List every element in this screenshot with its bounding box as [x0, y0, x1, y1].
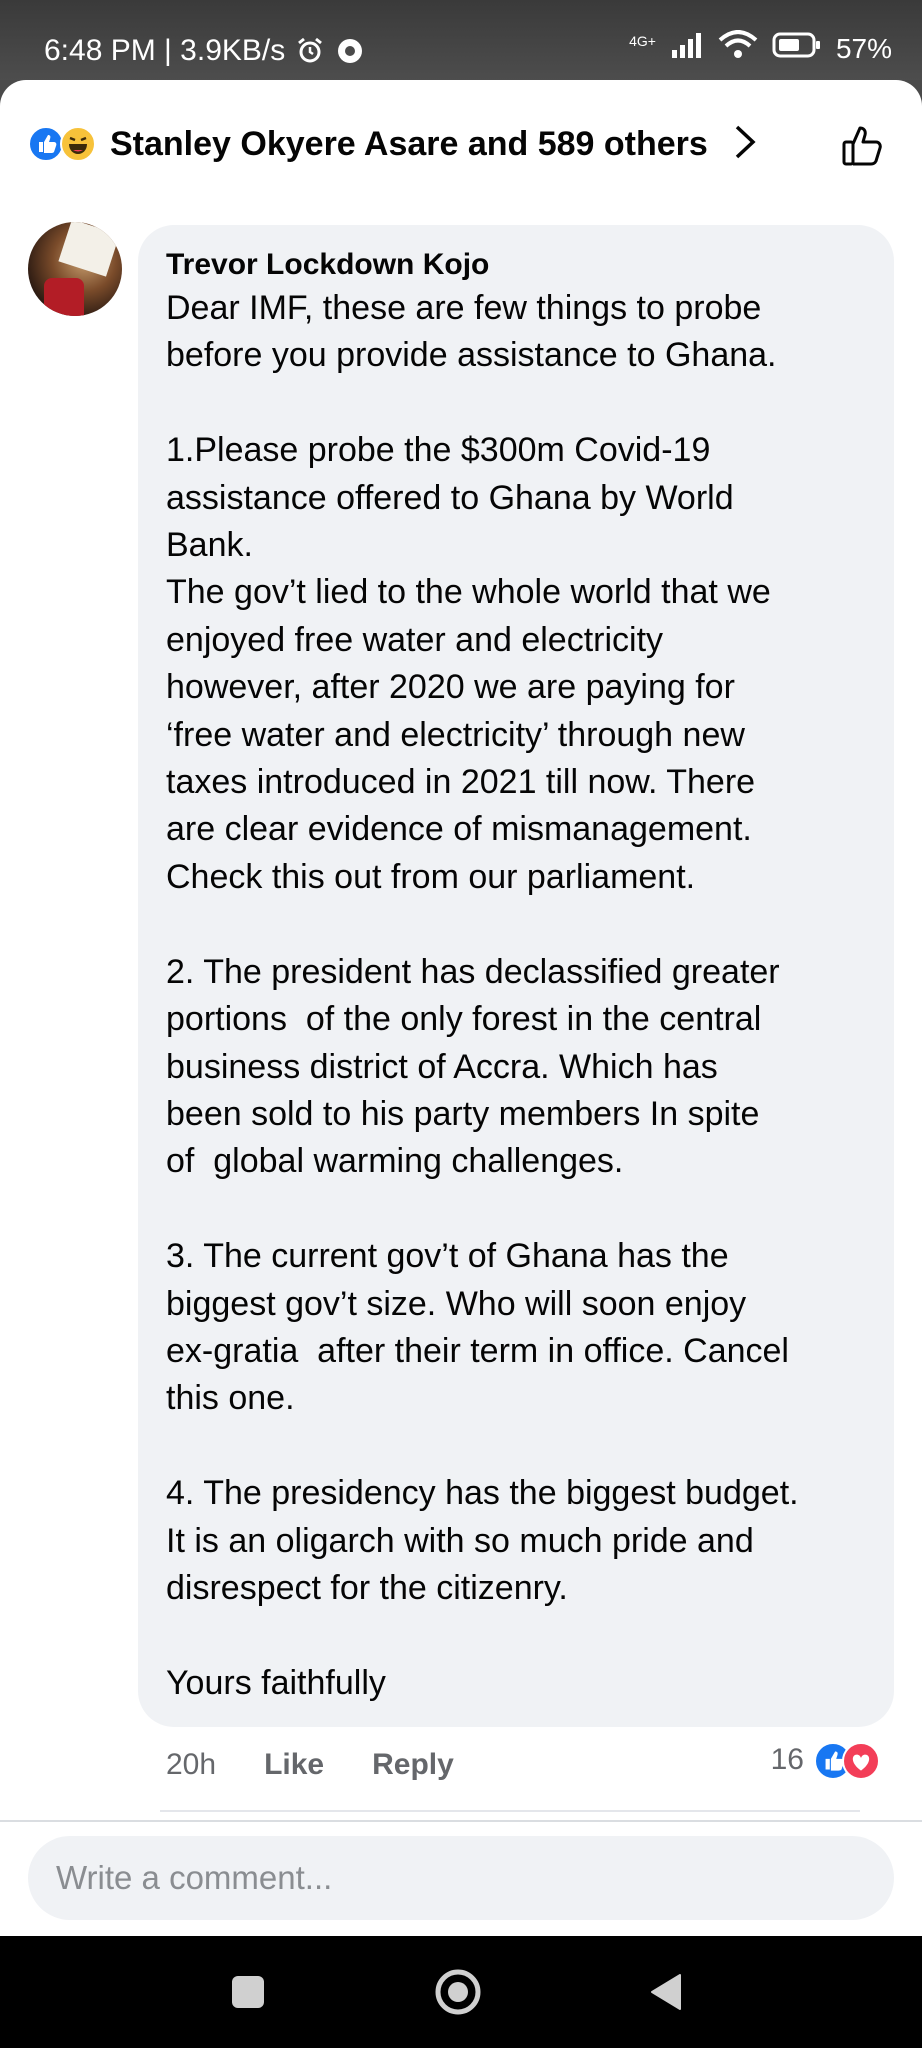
reactions-header[interactable]: Stanley Okyere Asare and 589 others — [28, 116, 892, 172]
comment-actions: 20h Like Reply — [166, 1748, 454, 1782]
comment-reactions[interactable]: 16 — [771, 1740, 882, 1780]
home-icon[interactable] — [432, 1966, 484, 2018]
back-icon[interactable] — [640, 1966, 692, 2018]
battery-icon — [772, 31, 822, 66]
reaction-count: 16 — [770, 1743, 804, 1776]
battery-percent: 57% — [835, 32, 892, 64]
like-reaction-icon — [28, 126, 64, 162]
avatar-sign-image — [58, 222, 120, 277]
comment-composer[interactable] — [28, 1836, 894, 1920]
status-right: 4G+ 57% — [629, 30, 892, 67]
comment-reaction-icons — [814, 1740, 882, 1780]
thumbs-up-outline-icon[interactable] — [840, 122, 888, 175]
chevron-right-icon[interactable] — [734, 124, 756, 165]
comment-time[interactable]: 20h — [166, 1748, 216, 1782]
haha-reaction-icon — [60, 126, 96, 162]
comment-bubble: Trevor Lockdown Kojo Dear IMF, these are… — [138, 225, 894, 1727]
comments-sheet: Stanley Okyere Asare and 589 others Trev… — [0, 80, 922, 1936]
recents-icon[interactable] — [222, 1966, 274, 2018]
system-nav-bar — [0, 1936, 922, 2048]
reply-button[interactable]: Reply — [372, 1748, 454, 1782]
status-time-speed: 6:48 PM | 3.9KB/s — [44, 34, 286, 67]
next-comment-peek — [160, 1810, 860, 1820]
avatar-shirt-image — [44, 278, 84, 316]
avatar[interactable] — [28, 222, 122, 316]
wifi-icon — [718, 30, 758, 67]
composer-divider — [0, 1820, 922, 1822]
signal-icon — [670, 32, 704, 65]
alarm-icon — [295, 36, 325, 66]
whatsapp-icon — [335, 36, 365, 66]
status-bar: 6:48 PM | 3.9KB/s 4G+ 57% — [0, 0, 922, 80]
status-left: 6:48 PM | 3.9KB/s — [44, 34, 365, 68]
reactions-summary: Stanley Okyere Asare and 589 others — [110, 124, 708, 163]
comment-author[interactable]: Trevor Lockdown Kojo — [166, 245, 868, 285]
love-reaction-icon — [842, 1742, 880, 1780]
reaction-icons — [28, 124, 100, 164]
network-type: 4G+ — [629, 32, 656, 49]
comment-input[interactable] — [56, 1859, 894, 1897]
comment-text: Dear IMF, these are few things to probe … — [166, 289, 799, 1702]
like-button[interactable]: Like — [264, 1748, 324, 1782]
